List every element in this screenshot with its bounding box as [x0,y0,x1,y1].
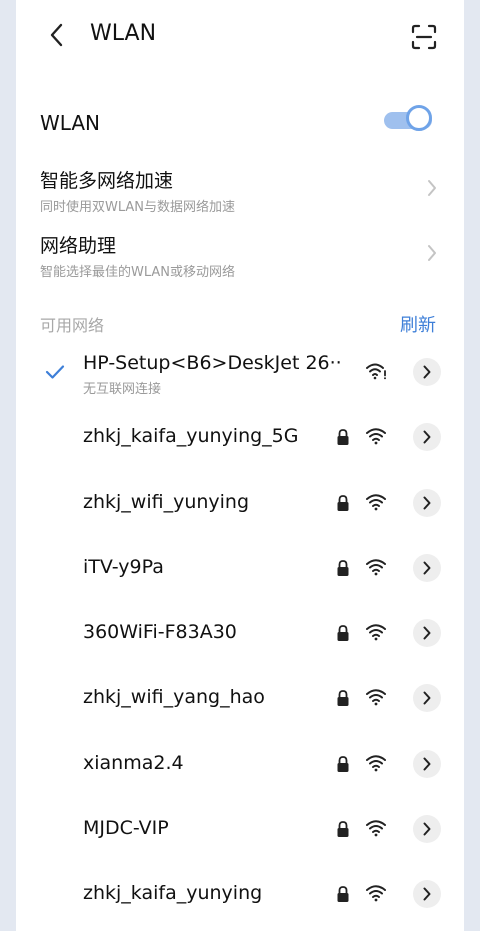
wlan-settings-screen: WLAN WLAN 智能多网络加速 同时使用双WLAN与数据网络加速 网络助理 … [16,0,464,931]
network-ssid: zhkj_kaifa_yunying [83,882,263,905]
refresh-button[interactable]: 刷新 [400,311,436,337]
network-item[interactable]: iTV-y9Pa [16,536,464,601]
network-detail-button[interactable] [413,358,441,386]
setting-title: 智能多网络加速 [40,170,174,192]
network-ssid: zhkj_kaifa_yunying_5G [83,425,299,448]
scan-icon [411,24,437,50]
chevron-right-icon [423,822,431,836]
network-detail-button[interactable] [413,488,441,517]
network-ssid: zhkj_wifi_yunying [83,490,250,513]
setting-network-assistant[interactable]: 网络助理 智能选择最佳的WLAN或移动网络 [16,231,464,287]
lock-icon [337,625,349,642]
network-ssid: MJDC-VIP [83,817,169,840]
wifi-signal-icon [366,885,386,902]
chevron-right-icon [423,365,431,379]
lock-icon [337,886,349,903]
network-detail-button[interactable] [413,423,441,452]
chevron-right-icon [423,561,431,575]
setting-subtitle: 智能选择最佳的WLAN或移动网络 [40,265,236,280]
network-ssid: 360WiFi-F83A30 [83,621,237,644]
network-detail-button[interactable] [413,749,441,778]
chevron-left-icon [50,23,63,47]
wlan-toggle-row: WLAN [16,100,464,146]
setting-subtitle: 同时使用双WLAN与数据网络加速 [40,200,236,215]
toggle-knob [406,105,432,131]
network-detail-button[interactable] [413,619,441,648]
setting-smart-multi-network[interactable]: 智能多网络加速 同时使用双WLAN与数据网络加速 [16,166,464,222]
chevron-right-icon [423,887,431,901]
chevron-right-icon [423,430,431,444]
chevron-right-icon [422,243,442,263]
network-item[interactable]: zhkj_wifi_yang_hao [16,666,464,731]
lock-icon [337,690,349,707]
wifi-signal-icon [366,755,386,772]
network-detail-button[interactable] [413,815,441,844]
check-icon [44,362,66,382]
back-button[interactable] [42,20,72,50]
setting-title: 网络助理 [40,235,117,257]
chevron-right-icon [423,691,431,705]
header-bar: WLAN [16,0,464,72]
network-item[interactable]: zhkj_wifi_yunying [16,471,464,536]
lock-icon [337,755,349,772]
network-item[interactable]: HP-Setup<B6>DeskJet 26·· 无互联网连接 [16,340,464,405]
network-detail-button[interactable] [413,880,441,909]
network-ssid: iTV-y9Pa [83,555,164,578]
wifi-signal-icon [366,689,386,706]
wifi-signal-icon [366,493,386,510]
network-ssid: xianma2.4 [83,751,184,774]
network-detail-button[interactable] [413,684,441,713]
available-networks-label: 可用网络 [40,316,105,335]
network-status: 无互联网连接 [83,382,162,397]
wifi-signal-icon [366,428,386,445]
wlan-toggle-switch[interactable] [384,105,436,135]
lock-icon [337,821,349,838]
wifi-signal-icon [366,624,386,641]
network-item[interactable]: zhkj_kaifa_yunying_5G [16,405,464,470]
wlan-toggle-label: WLAN [40,111,101,135]
chevron-right-icon [423,626,431,640]
network-detail-button[interactable] [413,553,441,582]
network-item[interactable]: zhkj_kaifa_yunying [16,862,464,927]
network-item[interactable]: xianma2.4 [16,732,464,797]
wifi-no-internet-icon [366,363,386,380]
network-item[interactable]: 360WiFi-F83A30 [16,601,464,666]
network-list: HP-Setup<B6>DeskJet 26·· 无互联网连接 zhkj_kai… [16,340,464,928]
lock-icon [337,429,349,446]
network-ssid: HP-Setup<B6>DeskJet 26·· [83,352,342,374]
page-title: WLAN [90,21,157,46]
wifi-signal-icon [366,559,386,576]
lock-icon [337,494,349,511]
network-ssid: zhkj_wifi_yang_hao [83,686,265,709]
wifi-signal-icon [366,820,386,837]
chevron-right-icon [423,757,431,771]
network-item[interactable]: MJDC-VIP [16,797,464,862]
chevron-right-icon [423,496,431,510]
lock-icon [337,559,349,576]
chevron-right-icon [422,178,442,198]
scan-button[interactable] [409,22,439,52]
